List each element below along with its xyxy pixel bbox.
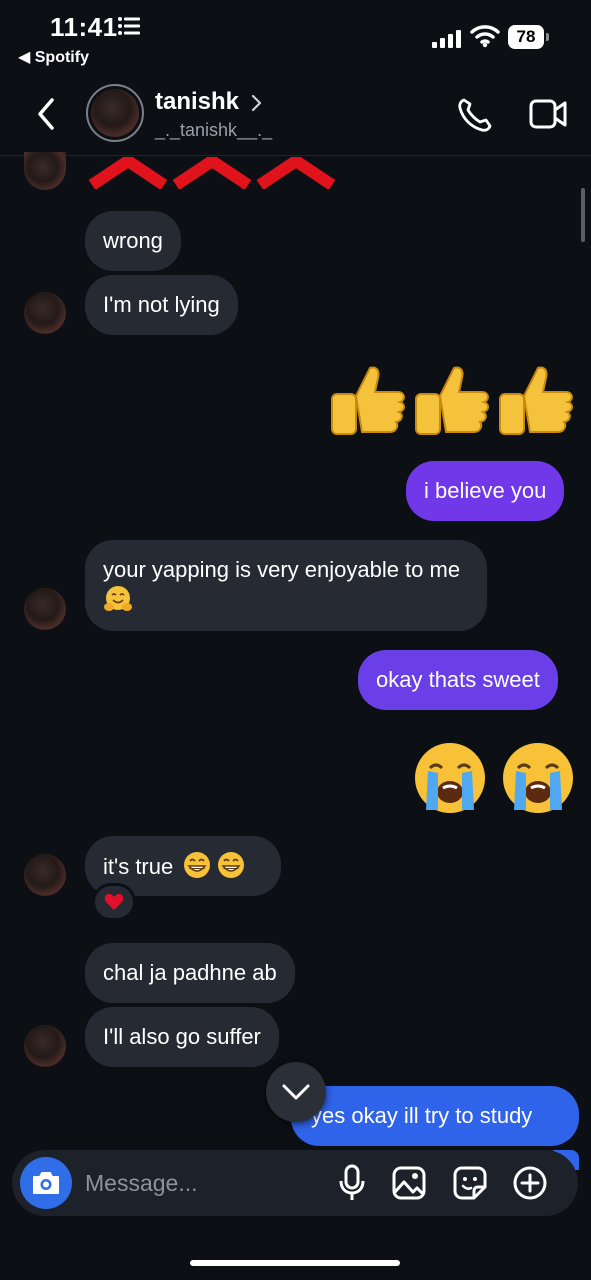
scroll-to-bottom-button[interactable] <box>266 1062 326 1122</box>
message-input[interactable] <box>85 1165 315 1201</box>
sender-avatar <box>24 854 66 896</box>
chat-username[interactable]: tanishk <box>155 88 239 116</box>
incoming-message[interactable]: wrong <box>85 211 181 271</box>
message-text: your yapping is very enjoyable to me <box>103 557 461 582</box>
microphone-button[interactable] <box>336 1163 368 1203</box>
chat-scrollbar[interactable] <box>581 188 585 242</box>
thumbs-up-emoji <box>331 366 405 435</box>
sender-avatar <box>24 152 66 190</box>
back-to-app-link[interactable]: ◀ Spotify <box>18 47 89 67</box>
back-button[interactable] <box>30 94 66 134</box>
home-indicator[interactable] <box>190 1260 400 1266</box>
sender-avatar <box>24 588 66 630</box>
camera-button[interactable] <box>20 1157 72 1209</box>
heart-reaction[interactable] <box>92 883 136 921</box>
gallery-button[interactable] <box>390 1164 428 1202</box>
plus-circle-icon <box>513 1166 547 1200</box>
incoming-message[interactable]: chal ja padhne ab <box>85 943 295 1003</box>
crying-face-emoji <box>503 743 573 813</box>
image-icon <box>392 1166 426 1200</box>
sender-avatar <box>24 292 66 334</box>
message-text: it's true <box>103 854 174 879</box>
status-time: 11:41 <box>50 12 118 42</box>
crying-face-emoji <box>415 743 485 813</box>
battery-tip <box>546 33 549 41</box>
list-icon <box>118 17 140 35</box>
header-divider <box>0 155 591 156</box>
more-options-button[interactable] <box>511 1164 549 1202</box>
red-chevrons-sticker <box>88 157 336 189</box>
sender-avatar <box>24 1025 66 1067</box>
outgoing-message[interactable]: yes okay ill try to study <box>291 1086 579 1146</box>
chevron-right-icon[interactable] <box>250 94 264 112</box>
camera-icon <box>33 1172 59 1194</box>
thumbs-up-emoji-message[interactable] <box>326 360 578 444</box>
incoming-message[interactable]: your yapping is very enjoyable to me <box>85 540 487 631</box>
profile-avatar[interactable] <box>91 89 139 137</box>
chevron-down-icon <box>282 1084 310 1100</box>
cellular-signal-icon <box>432 30 461 48</box>
battery-level: 78 <box>508 25 544 49</box>
heart-reaction-icon <box>104 893 124 910</box>
grinning-face-emoji <box>218 852 245 878</box>
video-camera-icon[interactable] <box>528 96 568 132</box>
sticker-button[interactable] <box>451 1164 489 1202</box>
phone-icon[interactable] <box>456 96 494 134</box>
thumbs-up-emoji <box>499 366 573 435</box>
hug-emoji <box>104 586 132 611</box>
microphone-icon <box>339 1164 365 1200</box>
incoming-message[interactable]: I'll also go suffer <box>85 1007 279 1067</box>
chat-handle: _._tanishk__._ <box>155 120 273 140</box>
crying-emoji-message[interactable] <box>412 740 576 816</box>
outgoing-message[interactable]: okay thats sweet <box>358 650 558 710</box>
outgoing-message[interactable]: i believe you <box>406 461 565 521</box>
thumbs-up-emoji <box>415 366 489 435</box>
grinning-face-emoji <box>184 852 211 878</box>
wifi-icon <box>470 25 500 48</box>
incoming-message[interactable]: I'm not lying <box>85 275 238 335</box>
sticker-icon <box>453 1166 487 1200</box>
